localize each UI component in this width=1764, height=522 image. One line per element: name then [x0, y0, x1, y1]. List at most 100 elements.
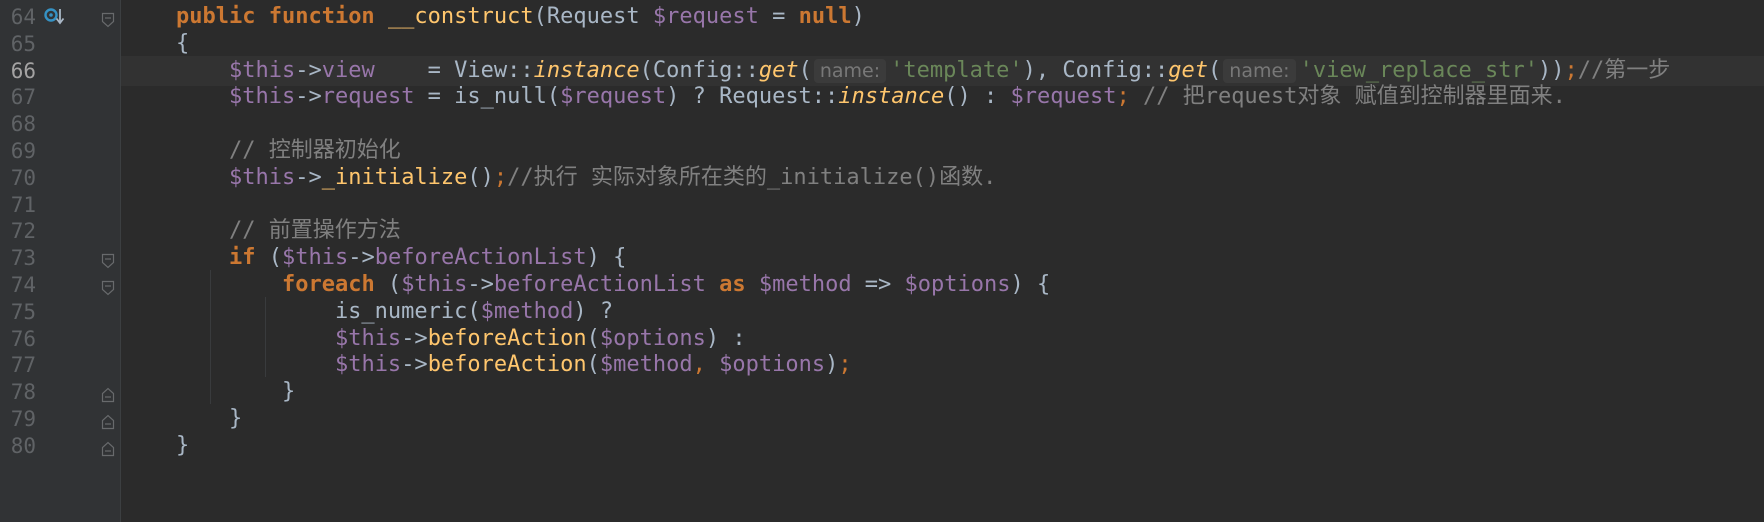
- code-token: ) {: [1010, 272, 1051, 297]
- code-token: $options: [719, 352, 826, 378]
- code-text[interactable]: public function __construct(Request $req…: [176, 2, 865, 32]
- code-line[interactable]: 64 public function __construct(Request $r…: [0, 2, 1764, 32]
- code-token: (: [374, 272, 402, 297]
- code-token: }: [176, 406, 243, 431]
- code-token: $this: [334, 352, 402, 378]
- code-line[interactable]: 78 }: [0, 377, 1764, 407]
- code-text[interactable]: if ($this->beforeActionList) {: [176, 243, 626, 273]
- line-number: 64: [10, 5, 36, 29]
- code-token: ): [825, 352, 839, 378]
- code-line[interactable]: 72 // 前置操作方法: [0, 216, 1764, 246]
- fold-end-icon[interactable]: [101, 411, 115, 430]
- code-line[interactable]: 71: [0, 190, 1764, 220]
- fold-collapse-icon[interactable]: [101, 277, 115, 296]
- code-token: get: [1168, 57, 1209, 83]
- code-token: beforeActionList: [493, 272, 706, 297]
- code-line[interactable]: 68: [0, 109, 1764, 139]
- code-token: ), Config::: [1022, 57, 1169, 83]
- code-text[interactable]: $this->view = View::instance(Config::get…: [176, 56, 1670, 86]
- code-text[interactable]: foreach ($this->beforeActionList as $met…: [176, 270, 1050, 300]
- code-text[interactable]: // 前置操作方法: [176, 216, 401, 246]
- line-number: 74: [10, 273, 36, 297]
- code-token: ->: [348, 245, 375, 271]
- code-text[interactable]: }: [176, 431, 189, 461]
- code-token: view: [321, 57, 375, 83]
- code-token: ): [851, 4, 865, 29]
- code-line[interactable]: 74 foreach ($this->beforeActionList as $…: [0, 270, 1764, 300]
- code-token: ;: [838, 352, 852, 378]
- code-editor[interactable]: 64 public function __construct(Request $r…: [0, 0, 1764, 522]
- code-token: ;: [1116, 84, 1130, 110]
- line-number: 72: [10, 219, 36, 244]
- line-number: 67: [10, 85, 36, 110]
- code-token: $this: [401, 272, 468, 297]
- code-text[interactable]: $this->_initialize();//执行 实际对象所在类的_initi…: [176, 163, 996, 193]
- line-number: 75: [10, 299, 36, 324]
- code-line[interactable]: 80}: [0, 431, 1764, 461]
- parameter-hint: name:: [1223, 58, 1296, 83]
- code-token: (: [586, 325, 600, 351]
- fold-collapse-icon[interactable]: [101, 250, 115, 269]
- fold-end-icon[interactable]: [101, 438, 115, 456]
- line-number: 79: [10, 407, 36, 431]
- code-token: $this: [228, 164, 296, 190]
- code-token: ;: [1564, 57, 1578, 83]
- code-token: }: [176, 379, 296, 405]
- code-text[interactable]: $this->request = is_null($request) ? Req…: [176, 82, 1566, 112]
- code-token: beforeActionList: [374, 245, 587, 271]
- code-line[interactable]: 73 if ($this->beforeActionList) {: [0, 243, 1764, 273]
- line-number: 78: [10, 380, 36, 405]
- code-token: (Request: [533, 4, 653, 29]
- code-token: $options: [599, 325, 706, 351]
- code-token: instance: [838, 84, 945, 110]
- code-text[interactable]: {: [176, 29, 189, 59]
- code-token: __construct: [387, 4, 534, 29]
- code-token: ) :: [705, 325, 746, 351]
- fold-end-icon[interactable]: [101, 384, 115, 403]
- code-token: $this: [281, 245, 349, 271]
- code-text[interactable]: $this->beforeAction($method, $options);: [176, 350, 852, 380]
- code-token: ) {: [586, 245, 627, 271]
- code-line[interactable]: 79 }: [0, 404, 1764, 434]
- code-text[interactable]: // 控制器初始化: [176, 136, 401, 166]
- code-token: request: [321, 84, 415, 110]
- code-token: null: [798, 4, 852, 29]
- code-token: // 控制器初始化: [228, 138, 401, 163]
- code-token: =: [758, 4, 799, 29]
- code-token: (: [586, 352, 600, 378]
- line-number: 80: [10, 433, 36, 458]
- code-line[interactable]: 67 $this->request = is_null($request) ? …: [0, 82, 1764, 112]
- code-line[interactable]: 70 $this->_initialize();//执行 实际对象所在类的_in…: [0, 163, 1764, 193]
- code-text[interactable]: }: [176, 377, 295, 407]
- line-number: 68: [10, 112, 36, 137]
- code-text[interactable]: }: [176, 404, 242, 434]
- fold-collapse-icon[interactable]: [101, 9, 115, 28]
- code-token: $this: [334, 325, 402, 351]
- override-method-icon[interactable]: [44, 7, 66, 27]
- line-number: 73: [10, 246, 36, 271]
- code-line[interactable]: 69 // 控制器初始化: [0, 136, 1764, 166]
- code-line[interactable]: 66 $this->view = View::instance(Config::…: [0, 55, 1764, 86]
- code-token: $request: [652, 4, 759, 29]
- code-line[interactable]: 65 {: [0, 29, 1764, 59]
- code-token: get: [758, 57, 799, 83]
- code-text[interactable]: $this->beforeAction($options) :: [176, 324, 746, 354]
- code-token: ,: [692, 352, 720, 378]
- code-token: $this: [228, 57, 296, 83]
- code-token: foreach: [281, 272, 375, 297]
- code-token: // 把request对象 赋值到控制器里面来.: [1129, 84, 1566, 110]
- code-token: 'view_replace_str': [1299, 57, 1539, 83]
- code-text[interactable]: is_numeric($method) ?: [176, 297, 613, 327]
- code-token: $request: [560, 84, 667, 110]
- code-token: () :: [944, 84, 1011, 110]
